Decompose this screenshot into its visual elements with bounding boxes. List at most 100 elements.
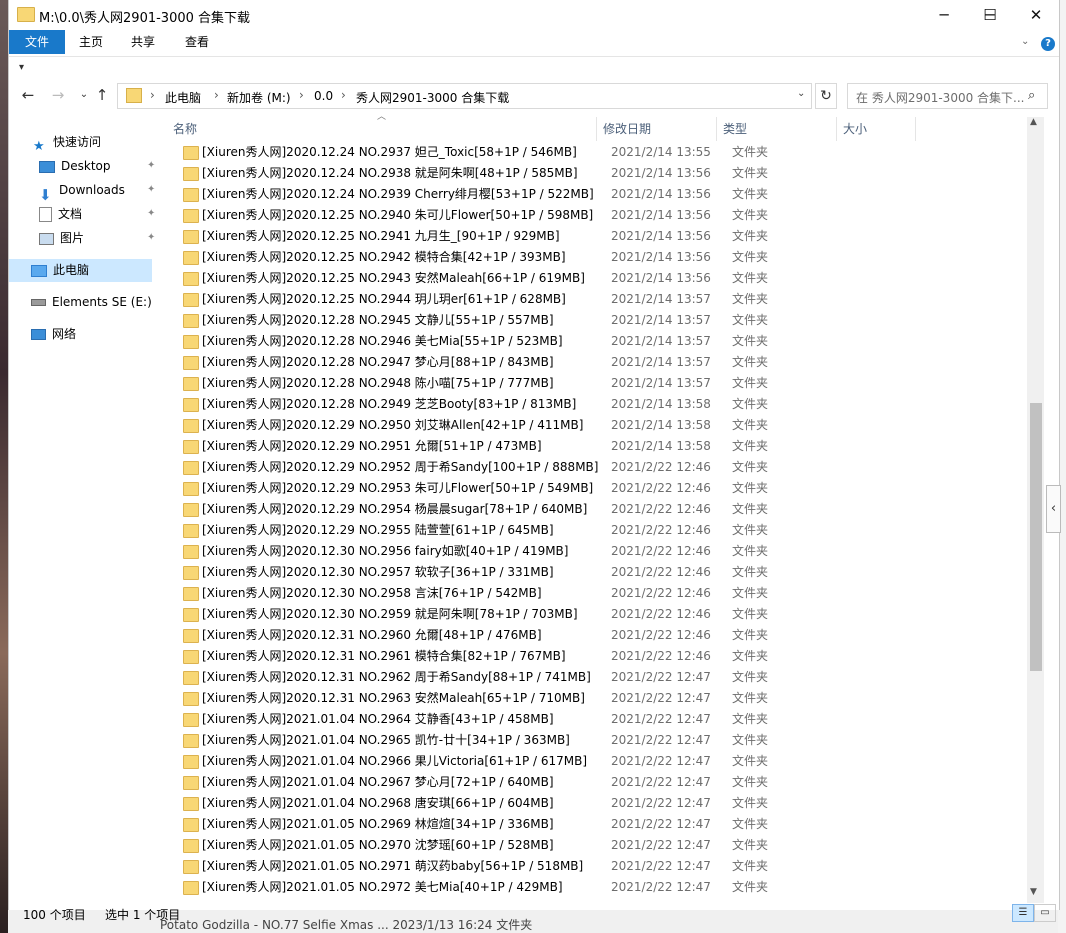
details-view-icon[interactable]: ☰	[1012, 904, 1034, 922]
column-header-type[interactable]: 类型	[723, 117, 833, 141]
preview-pane-toggle-icon[interactable]: ‹	[1046, 485, 1061, 533]
table-row[interactable]: [Xiuren秀人网]2020.12.25 NO.2941 九月生_[90+1P…	[169, 226, 929, 247]
table-row[interactable]: [Xiuren秀人网]2020.12.30 NO.2957 软软子[36+1P …	[169, 562, 929, 583]
table-row[interactable]: [Xiuren秀人网]2021.01.04 NO.2965 凯竹-廿十[34+1…	[169, 730, 929, 751]
table-row[interactable]: [Xiuren秀人网]2020.12.25 NO.2944 玥儿玥er[61+1…	[169, 289, 929, 310]
large-icons-view-icon[interactable]: ▭	[1034, 904, 1056, 922]
column-divider[interactable]	[716, 117, 717, 141]
search-box[interactable]: 在 秀人网2901-3000 合集下... ⌕	[847, 83, 1048, 109]
table-row[interactable]: [Xiuren秀人网]2020.12.31 NO.2960 允爾[48+1P /…	[169, 625, 929, 646]
table-row[interactable]: [Xiuren秀人网]2021.01.05 NO.2972 美七Mia[40+1…	[169, 877, 929, 898]
table-row[interactable]: [Xiuren秀人网]2021.01.05 NO.2971 萌汉药baby[56…	[169, 856, 929, 877]
table-row[interactable]: [Xiuren秀人网]2020.12.31 NO.2963 安然Maleah[6…	[169, 688, 929, 709]
breadcrumb-separator[interactable]: ›	[341, 88, 346, 102]
table-row[interactable]: [Xiuren秀人网]2020.12.24 NO.2938 就是阿朱啊[48+1…	[169, 163, 929, 184]
background-desktop	[0, 0, 8, 933]
table-row[interactable]: [Xiuren秀人网]2021.01.04 NO.2968 唐安琪[66+1P …	[169, 793, 929, 814]
refresh-icon[interactable]: ↻	[815, 83, 837, 109]
table-row[interactable]: [Xiuren秀人网]2020.12.29 NO.2955 陆萱萱[61+1P …	[169, 520, 929, 541]
tab-home[interactable]: 主页	[69, 30, 113, 54]
help-icon[interactable]: ?	[1041, 37, 1055, 51]
table-row[interactable]: [Xiuren秀人网]2020.12.29 NO.2953 朱可儿Flower[…	[169, 478, 929, 499]
breadcrumb-separator[interactable]: ›	[150, 88, 155, 102]
minimize-icon[interactable]: ─	[921, 0, 967, 30]
table-row[interactable]: [Xiuren秀人网]2020.12.25 NO.2940 朱可儿Flower[…	[169, 205, 929, 226]
file-type: 文件夹	[732, 649, 769, 663]
table-row[interactable]: [Xiuren秀人网]2020.12.29 NO.2954 杨晨晨sugar[7…	[169, 499, 929, 520]
table-row[interactable]: [Xiuren秀人网]2020.12.30 NO.2956 fairy如歌[40…	[169, 541, 929, 562]
table-row[interactable]: [Xiuren秀人网]2020.12.29 NO.2951 允爾[51+1P /…	[169, 436, 929, 457]
quick-access-dropdown-icon[interactable]: ▾	[19, 62, 24, 73]
table-row[interactable]: [Xiuren秀人网]2021.01.04 NO.2964 艾静香[43+1P …	[169, 709, 929, 730]
table-row[interactable]: [Xiuren秀人网]2020.12.31 NO.2962 周于希Sandy[8…	[169, 667, 929, 688]
file-name: [Xiuren秀人网]2020.12.24 NO.2937 妲己_Toxic[5…	[202, 145, 577, 159]
file-list[interactable]: [Xiuren秀人网]2020.12.24 NO.2937 妲己_Toxic[5…	[169, 142, 1029, 902]
network-icon	[31, 329, 46, 340]
breadcrumb-folder[interactable]: 0.0	[314, 89, 333, 103]
table-row[interactable]: [Xiuren秀人网]2021.01.04 NO.2966 果儿Victoria…	[169, 751, 929, 772]
table-row[interactable]: [Xiuren秀人网]2020.12.25 NO.2943 安然Maleah[6…	[169, 268, 929, 289]
breadcrumb-separator[interactable]: ›	[299, 88, 304, 102]
close-icon[interactable]: ✕	[1013, 0, 1059, 30]
column-header-name[interactable]: 名称	[173, 117, 593, 141]
address-dropdown-icon[interactable]: ⌄	[797, 88, 805, 99]
breadcrumb-drive[interactable]: 新加卷 (M:)	[227, 89, 291, 106]
column-divider[interactable]	[836, 117, 837, 141]
forward-arrow-icon[interactable]: →	[47, 84, 69, 106]
tab-view[interactable]: 查看	[175, 30, 219, 54]
address-bar[interactable]: › 此电脑 › 新加卷 (M:) › 0.0 › 秀人网2901-3000 合集…	[117, 83, 812, 109]
back-arrow-icon[interactable]: ←	[17, 84, 39, 106]
scroll-down-icon[interactable]: ▼	[1030, 887, 1037, 897]
table-row[interactable]: [Xiuren秀人网]2020.12.28 NO.2949 芝芝Booty[83…	[169, 394, 929, 415]
file-name: [Xiuren秀人网]2020.12.24 NO.2938 就是阿朱啊[48+1…	[202, 166, 578, 180]
table-row[interactable]: [Xiuren秀人网]2021.01.05 NO.2970 沈梦瑶[60+1P …	[169, 835, 929, 856]
folder-icon	[183, 818, 199, 832]
table-row[interactable]: [Xiuren秀人网]2021.01.04 NO.2967 梦心月[72+1P …	[169, 772, 929, 793]
table-row[interactable]: [Xiuren秀人网]2020.12.28 NO.2947 梦心月[88+1P …	[169, 352, 929, 373]
table-row[interactable]: [Xiuren秀人网]2020.12.28 NO.2946 美七Mia[55+1…	[169, 331, 929, 352]
sidebar-item-downloads[interactable]: ⬇ Downloads ✦	[39, 179, 159, 204]
up-arrow-icon[interactable]: ↑	[91, 84, 113, 106]
search-icon[interactable]: ⌕	[1028, 88, 1035, 103]
maximize-icon[interactable]: ☐	[967, 0, 1013, 30]
sidebar-item-desktop[interactable]: Desktop ✦	[39, 155, 159, 177]
table-row[interactable]: [Xiuren秀人网]2020.12.29 NO.2952 周于希Sandy[1…	[169, 457, 929, 478]
sidebar-item-documents[interactable]: 文档 ✦	[39, 203, 159, 225]
tab-share[interactable]: 共享	[121, 30, 165, 54]
table-row[interactable]: [Xiuren秀人网]2020.12.30 NO.2958 言沫[76+1P /…	[169, 583, 929, 604]
search-input[interactable]: 在 秀人网2901-3000 合集下...	[856, 89, 1024, 106]
folder-icon	[183, 776, 199, 790]
file-type: 文件夹	[732, 397, 769, 411]
table-row[interactable]: [Xiuren秀人网]2020.12.29 NO.2950 刘艾琳Allen[4…	[169, 415, 929, 436]
sidebar-item-pictures[interactable]: 图片 ✦	[39, 227, 159, 249]
table-row[interactable]: [Xiuren秀人网]2020.12.28 NO.2945 文静儿[55+1P …	[169, 310, 929, 331]
table-row[interactable]: [Xiuren秀人网]2021.01.05 NO.2969 林煊煊[34+1P …	[169, 814, 929, 835]
scroll-up-icon[interactable]: ▲	[1030, 117, 1037, 127]
column-divider[interactable]	[596, 117, 597, 141]
table-row[interactable]: [Xiuren秀人网]2020.12.28 NO.2948 陈小喵[75+1P …	[169, 373, 929, 394]
pin-icon[interactable]: ✦	[147, 203, 155, 225]
table-row[interactable]: [Xiuren秀人网]2020.12.24 NO.2937 妲己_Toxic[5…	[169, 142, 929, 163]
breadcrumb-separator[interactable]: ›	[214, 88, 219, 102]
sidebar-item-elements-drive[interactable]: Elements SE (E:)	[31, 291, 152, 313]
pin-icon[interactable]: ✦	[147, 155, 155, 177]
ribbon-expand-icon[interactable]: ⌄	[1021, 36, 1029, 47]
column-divider[interactable]	[915, 117, 916, 141]
breadcrumb-current[interactable]: 秀人网2901-3000 合集下载	[356, 89, 509, 106]
tab-file[interactable]: 文件	[9, 30, 65, 54]
sidebar-item-quick-access[interactable]: ★ 快速访问	[33, 131, 101, 154]
column-header-size[interactable]: 大小	[843, 117, 913, 141]
pin-icon[interactable]: ✦	[147, 227, 155, 249]
sidebar-item-network[interactable]: 网络	[31, 323, 76, 345]
table-row[interactable]: [Xiuren秀人网]2020.12.25 NO.2942 模特合集[42+1P…	[169, 247, 929, 268]
sidebar-item-this-pc[interactable]: 此电脑	[31, 259, 89, 281]
table-row[interactable]: [Xiuren秀人网]2020.12.24 NO.2939 Cherry绯月樱[…	[169, 184, 929, 205]
folder-icon	[183, 629, 199, 643]
column-header-date[interactable]: 修改日期	[603, 117, 713, 141]
pin-icon[interactable]: ✦	[147, 179, 155, 201]
table-row[interactable]: [Xiuren秀人网]2020.12.31 NO.2961 模特合集[82+1P…	[169, 646, 929, 667]
table-row[interactable]: [Xiuren秀人网]2020.12.30 NO.2959 就是阿朱啊[78+1…	[169, 604, 929, 625]
file-type: 文件夹	[732, 334, 769, 348]
scrollbar-thumb[interactable]	[1030, 403, 1042, 671]
breadcrumb-this-pc[interactable]: 此电脑	[165, 89, 201, 106]
